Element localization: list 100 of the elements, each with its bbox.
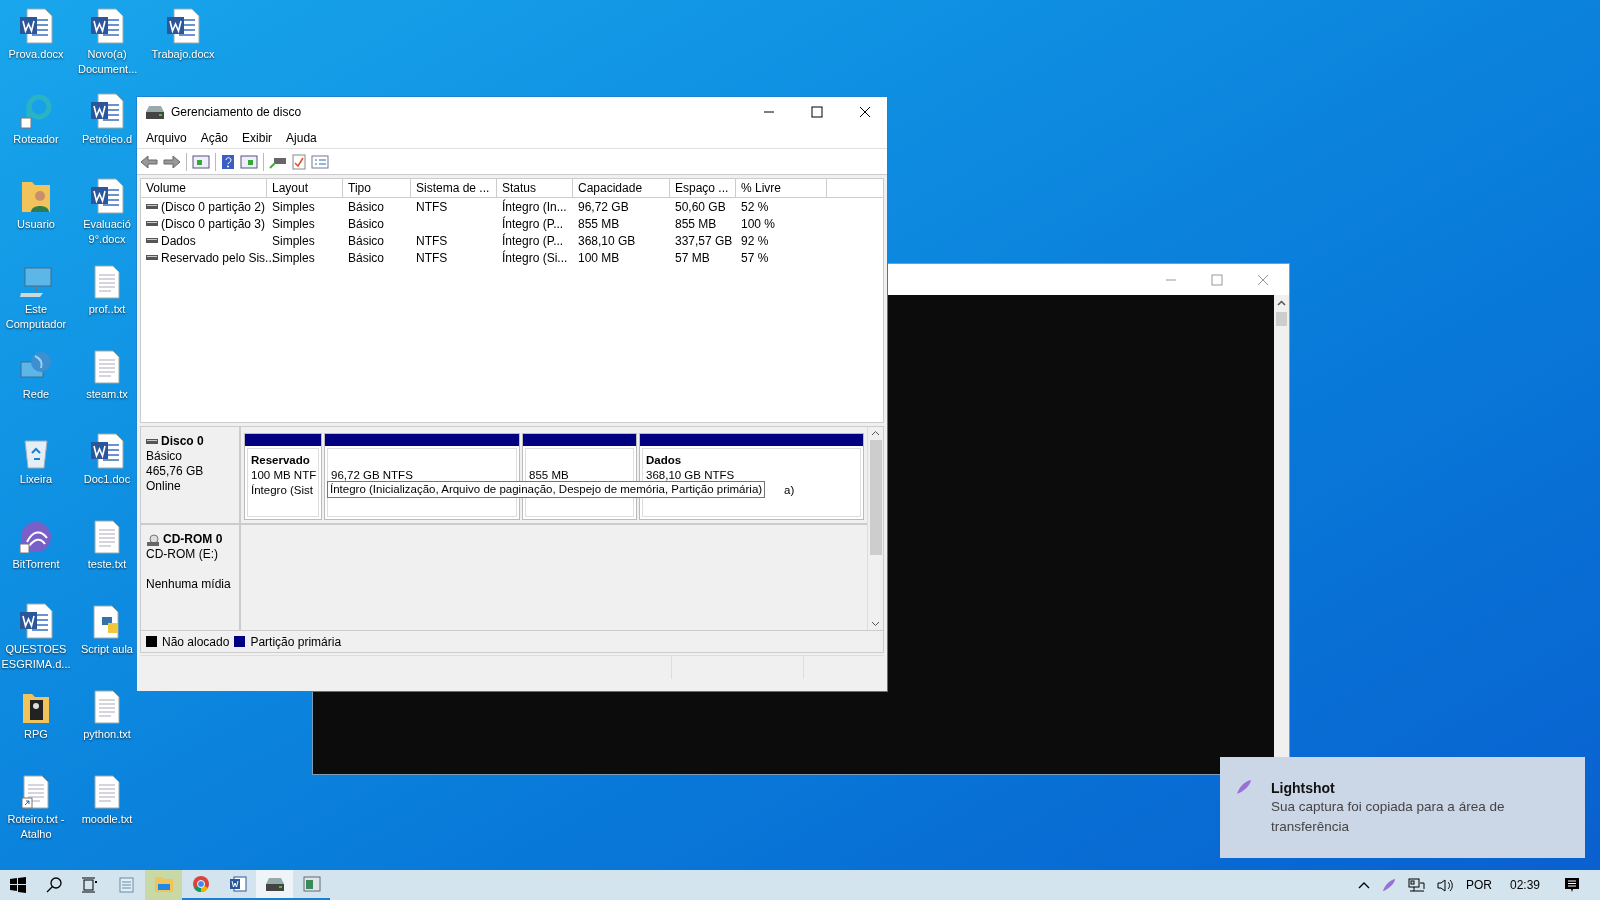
icon-label[interactable]: Evaluació 9°.docx [78, 217, 136, 247]
icon-label[interactable]: Novo(a) Document... [78, 47, 136, 77]
feather-icon[interactable] [1381, 878, 1396, 892]
table-cell-text: 337,57 GB [675, 232, 733, 250]
shortcut-icon [22, 775, 50, 809]
icon-label[interactable]: Trabajo.docx [151, 47, 215, 62]
table-cell-text: 52 % [741, 198, 769, 216]
menu-item[interactable]: Ação [193, 128, 236, 147]
icon-label[interactable]: steam.tx [86, 387, 128, 402]
table-cell-text: Básico [348, 215, 385, 233]
icon-label[interactable]: BitTorrent [12, 557, 60, 572]
table-cell-text: Dados [161, 232, 196, 250]
document-icon [90, 93, 124, 129]
table-cell-text: 100 MB [578, 249, 620, 267]
table-cell-text: (Disco 0 partição 2) [161, 198, 266, 216]
icon-label[interactable]: Prova.docx [8, 47, 64, 62]
panel-icon[interactable] [192, 153, 210, 170]
drive-icon [146, 220, 158, 227]
icon-label[interactable]: teste.txt [87, 557, 127, 572]
menu-item[interactable]: Ajuda [279, 128, 324, 147]
network-icon[interactable] [1407, 877, 1425, 893]
icon-label[interactable]: Rede [22, 387, 50, 402]
text-file-icon [93, 775, 121, 809]
column-header[interactable]: Tipo [343, 179, 411, 197]
table-cell-text: Básico [348, 232, 385, 250]
table-cell-text: Simples [272, 215, 315, 233]
table-cell-text: 96,72 GB [578, 198, 629, 216]
column-header[interactable]: Layout [267, 179, 343, 197]
legend-label: Partição primária [250, 633, 342, 651]
table-cell-text: 57 % [741, 249, 769, 267]
text-file-icon [93, 520, 121, 554]
column-header[interactable]: Capacidade [573, 179, 670, 197]
back-arrow-icon[interactable] [140, 153, 158, 170]
icon-label[interactable]: moodle.txt [81, 812, 133, 827]
document-icon [90, 433, 124, 469]
close-icon[interactable] [859, 106, 871, 118]
table-cell-text: Simples [272, 249, 315, 267]
table-cell-text: Íntegro (Si... [502, 249, 568, 267]
partition-status: Íntegro (Sist [251, 483, 313, 498]
partition-block[interactable]: Reservado 100 MB NTF Íntegro (Sist [244, 433, 322, 520]
explorer-icon [153, 875, 174, 893]
column-header[interactable]: Volume [141, 179, 267, 197]
icon-label[interactable]: Roteiro.txt - Atalho [0, 812, 72, 842]
icon-label[interactable]: Roteador [13, 132, 59, 147]
icon-label[interactable]: Este Computador [0, 302, 72, 332]
maximize-icon[interactable] [811, 106, 823, 118]
table-cell-text: Íntegro (P... [502, 215, 564, 233]
partition-size: 368,10 GB NTFS [646, 468, 736, 483]
drive-icon [146, 203, 158, 210]
text-file-icon [93, 265, 121, 299]
menu-item[interactable]: Arquivo [139, 128, 194, 147]
text-file-icon [93, 350, 121, 384]
tooltip: Íntegro (Inicialização, Arquivo de paginação, Despejo de memória, Partição primária) [327, 481, 766, 498]
forward-arrow-icon[interactable] [163, 153, 181, 170]
checklist-icon[interactable] [292, 153, 306, 170]
document-icon [19, 603, 53, 639]
icon-label[interactable]: prof..txt [88, 302, 126, 317]
list-icon[interactable] [311, 153, 329, 170]
table-cell-text: Básico [348, 198, 385, 216]
icon-label[interactable]: RPG [24, 727, 48, 742]
column-header[interactable]: Status [497, 179, 573, 197]
language-indicator[interactable]: POR [1465, 876, 1492, 894]
panel-icon[interactable] [240, 153, 258, 170]
column-header[interactable]: Espaço ... [670, 179, 736, 197]
disk-size: 465,76 GB [146, 464, 205, 479]
icon-label[interactable]: Petróleo.d [81, 132, 133, 147]
document-icon [90, 178, 124, 214]
notification-center-icon[interactable] [1564, 877, 1580, 893]
help-icon[interactable] [221, 153, 235, 170]
legend-label: Não alocado [162, 633, 230, 651]
disk-name: Disco 0 [161, 434, 204, 449]
volume-icon[interactable] [1436, 877, 1454, 893]
notification-message: Sua captura foi copiada para a área de transferência [1271, 798, 1506, 836]
scrollbar[interactable] [867, 427, 883, 630]
drive-icon [146, 438, 158, 445]
icon-label[interactable]: Lixeira [19, 472, 53, 487]
icon-label[interactable]: Doc1.doc [83, 472, 131, 487]
icon-label[interactable]: Script aula [81, 642, 133, 657]
notification-toast[interactable]: Lightshot Sua captura foi copiada para a área de transferência [1220, 757, 1585, 858]
scroll-thumb[interactable] [869, 440, 882, 555]
column-header[interactable]: % Livre [736, 179, 827, 197]
disk-icon [264, 876, 285, 892]
icon-label[interactable]: QUESTOES ESGRIMA.d... [0, 642, 72, 672]
partition-size: 855 MB [529, 468, 570, 483]
scroll-thumb[interactable] [1276, 312, 1287, 326]
scroll-down-icon[interactable] [871, 619, 880, 628]
document-icon [19, 8, 53, 44]
column-header[interactable]: Sistema de ... [411, 179, 497, 197]
clock[interactable]: 02:39 [1509, 876, 1540, 894]
scroll-up-icon[interactable] [871, 429, 880, 438]
icon-label[interactable]: python.txt [83, 727, 131, 742]
icon-label[interactable]: Usuario [17, 217, 55, 232]
notepad-icon [117, 875, 136, 893]
disk-state: Nenhuma mídia [146, 577, 232, 592]
menu-item[interactable]: Exibir [235, 128, 280, 147]
table-cell-text: Básico [348, 249, 385, 267]
scroll-up-icon[interactable] [1277, 299, 1286, 308]
taskbar-app[interactable] [256, 870, 293, 900]
chevron-up-icon[interactable] [1357, 881, 1370, 889]
table-cell-text: 92 % [741, 232, 769, 250]
